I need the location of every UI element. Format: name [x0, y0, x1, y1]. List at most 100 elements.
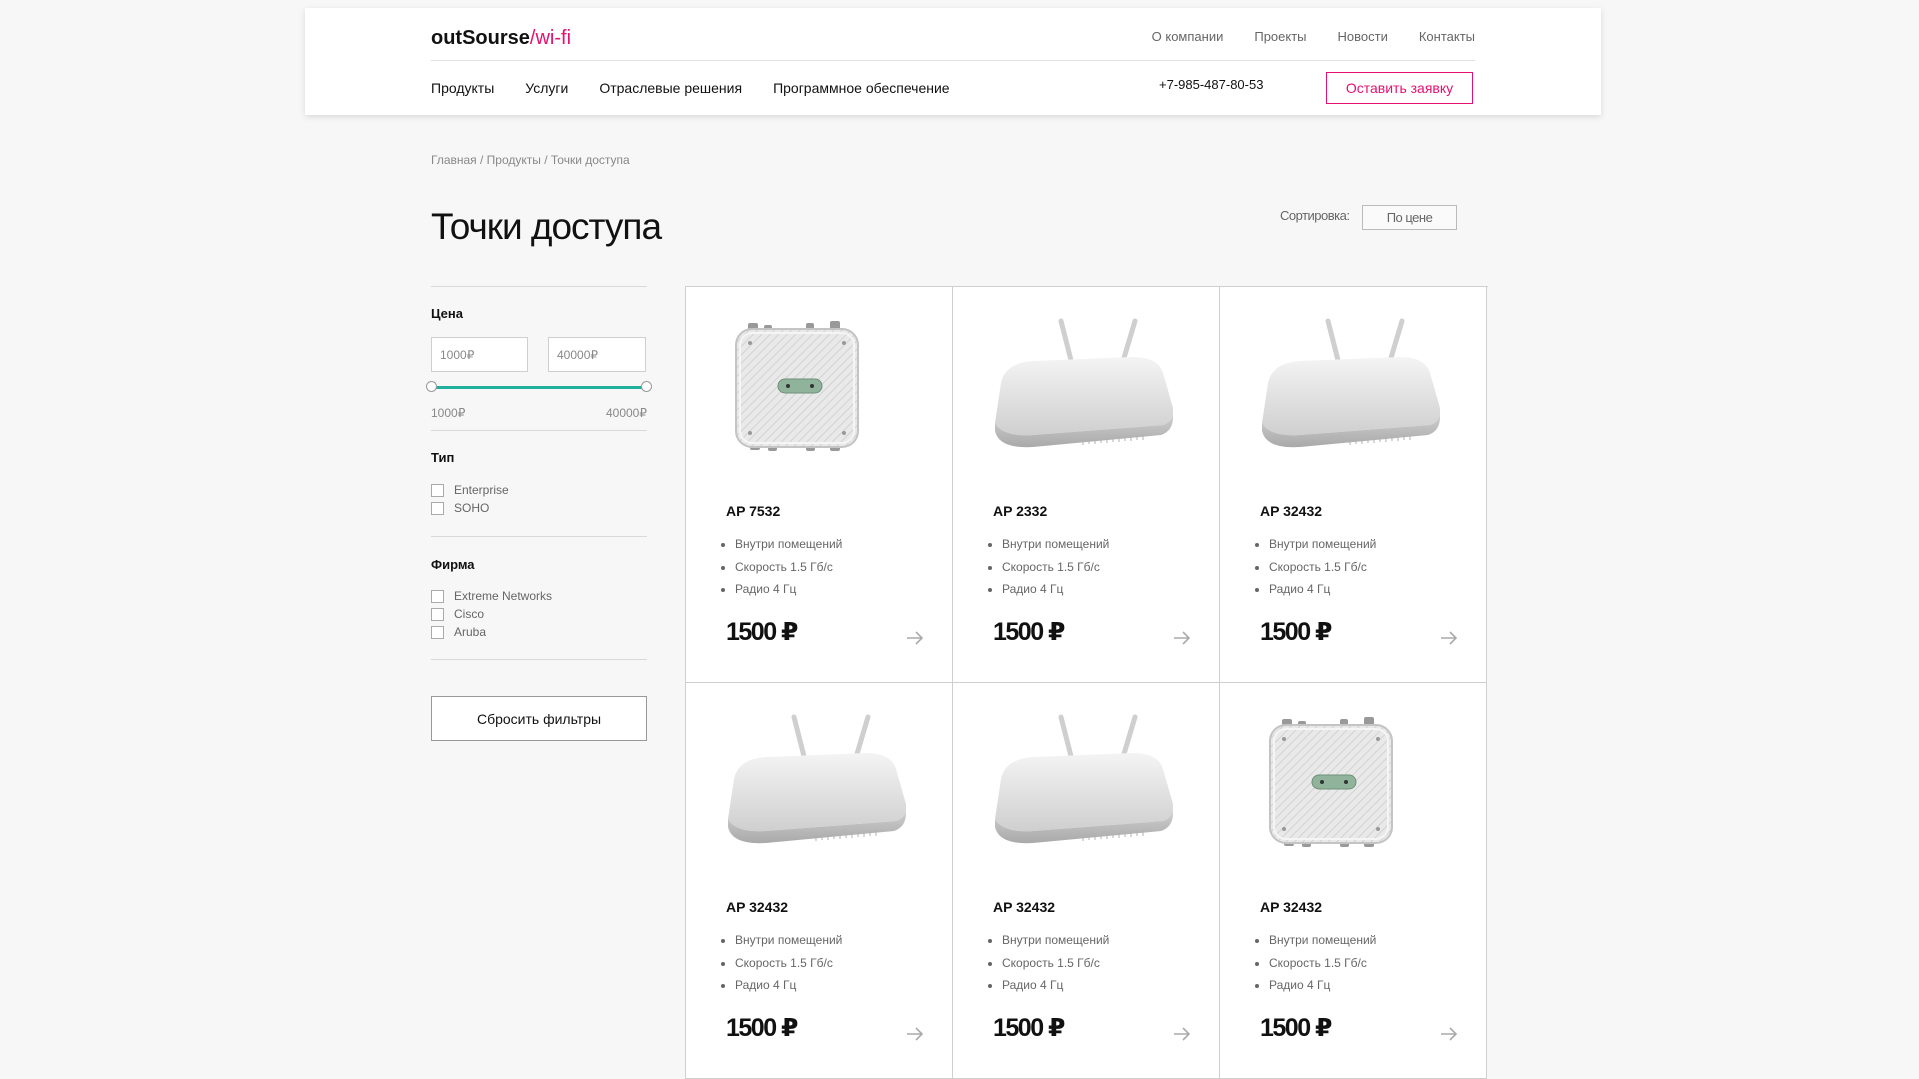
indoor-access-point-image — [706, 709, 906, 859]
product-card[interactable]: AP 32432 Внутри помещений Скорость 1.5 Г… — [686, 683, 953, 1079]
top-link-about[interactable]: О компании — [1152, 29, 1224, 44]
product-card[interactable]: AP 7532 Внутри помещений Скорость 1.5 Гб… — [686, 287, 953, 683]
top-link-news[interactable]: Новости — [1338, 29, 1388, 44]
outdoor-access-point-image — [735, 320, 859, 452]
type-label: SOHO — [454, 501, 490, 515]
product-name: AP 32432 — [726, 899, 789, 915]
feature: Скорость 1.5 Гб/с — [1002, 952, 1109, 975]
feature: Внутри помещений — [1002, 533, 1109, 556]
nav-software[interactable]: Программное обеспечение — [773, 80, 950, 96]
product-price: 1500 ₽ — [1260, 618, 1332, 646]
feature: Скорость 1.5 Гб/с — [1269, 556, 1376, 579]
feature: Внутри помещений — [735, 533, 842, 556]
product-features: Внутри помещений Скорость 1.5 Гб/с Радио… — [1002, 533, 1109, 601]
header-divider — [431, 60, 1475, 61]
checkbox[interactable] — [431, 625, 444, 639]
top-link-contacts[interactable]: Контакты — [1419, 29, 1475, 44]
checkbox[interactable] — [431, 589, 444, 603]
divider — [431, 430, 647, 431]
feature: Внутри помещений — [1269, 533, 1376, 556]
feature: Скорость 1.5 Гб/с — [1269, 952, 1376, 975]
feature: Внутри помещений — [1269, 929, 1376, 952]
filter-sidebar: Цена 1000₽ 40000₽ Тип Enterprise SOHO Фи… — [426, 286, 652, 746]
product-price: 1500 ₽ — [726, 618, 798, 646]
arrow-right-icon[interactable] — [1173, 1027, 1191, 1041]
logo-accent: /wi-fi — [529, 27, 572, 49]
product-features: Внутри помещений Скорость 1.5 Гб/с Радио… — [1002, 929, 1109, 997]
feature: Радио 4 Гц — [735, 578, 842, 601]
type-option-enterprise[interactable]: Enterprise — [431, 483, 509, 497]
indoor-access-point-image — [1240, 313, 1440, 463]
top-link-projects[interactable]: Проекты — [1254, 29, 1306, 44]
type-option-soho[interactable]: SOHO — [431, 501, 489, 515]
checkbox[interactable] — [431, 501, 444, 515]
feature: Радио 4 Гц — [1002, 974, 1109, 997]
product-name: AP 7532 — [726, 503, 781, 519]
feature: Внутри помещений — [735, 929, 842, 952]
sort-label: Сортировка: — [1280, 208, 1350, 223]
product-name: AP 32432 — [1260, 503, 1323, 519]
product-price: 1500 ₽ — [993, 618, 1065, 646]
product-features: Внутри помещений Скорость 1.5 Гб/с Радио… — [735, 929, 842, 997]
arrow-right-icon[interactable] — [906, 631, 924, 645]
brand-label: Cisco — [454, 607, 485, 621]
request-button[interactable]: Оставить заявку — [1326, 72, 1473, 104]
feature: Радио 4 Гц — [1002, 578, 1109, 601]
price-slider-max-handle[interactable] — [641, 381, 652, 392]
indoor-access-point-image — [973, 313, 1173, 463]
product-price: 1500 ₽ — [1260, 1014, 1332, 1042]
feature: Скорость 1.5 Гб/с — [735, 556, 842, 579]
arrow-right-icon[interactable] — [1173, 631, 1191, 645]
brand-option-cisco[interactable]: Cisco — [431, 607, 484, 621]
nav-products[interactable]: Продукты — [431, 80, 494, 96]
range-max-label: 40000₽ — [605, 406, 647, 420]
arrow-right-icon[interactable] — [1440, 631, 1458, 645]
feature: Радио 4 Гц — [735, 974, 842, 997]
product-price: 1500 ₽ — [993, 1014, 1065, 1042]
feature: Радио 4 Гц — [1269, 974, 1376, 997]
feature: Внутри помещений — [1002, 929, 1109, 952]
price-min-input[interactable] — [431, 337, 528, 372]
site-header: outSourse/wi-fi О компании Проекты Новос… — [305, 8, 1601, 115]
nav-industry-solutions[interactable]: Отраслевые решения — [599, 80, 742, 96]
main-nav: Продукты Услуги Отраслевые решения Прогр… — [431, 80, 950, 96]
product-name: AP 32432 — [1260, 899, 1323, 915]
page-title: Точки доступа — [431, 206, 662, 247]
brand-option-extreme-networks[interactable]: Extreme Networks — [431, 589, 552, 603]
product-price: 1500 ₽ — [726, 1014, 798, 1042]
checkbox[interactable] — [431, 483, 444, 497]
divider — [431, 536, 647, 537]
product-card[interactable]: AP 32432 Внутри помещений Скорость 1.5 Г… — [1220, 683, 1487, 1079]
logo[interactable]: outSourse/wi-fi — [431, 27, 571, 50]
product-card[interactable]: AP 32432 Внутри помещений Скорость 1.5 Г… — [953, 683, 1220, 1079]
product-name: AP 32432 — [993, 899, 1056, 915]
product-card[interactable]: AP 2332 Внутри помещений Скорость 1.5 Гб… — [953, 287, 1220, 683]
price-heading: Цена — [431, 306, 463, 321]
arrow-right-icon[interactable] — [906, 1027, 924, 1041]
phone-number[interactable]: +7-985-487-80-53 — [1159, 77, 1263, 92]
product-features: Внутри помещений Скорость 1.5 Гб/с Радио… — [735, 533, 842, 601]
price-slider-min-handle[interactable] — [426, 381, 437, 392]
outdoor-access-point-image — [1269, 716, 1393, 848]
feature: Скорость 1.5 Гб/с — [735, 952, 842, 975]
brand-option-aruba[interactable]: Aruba — [431, 625, 486, 639]
reset-filters-button[interactable]: Сбросить фильтры — [431, 696, 647, 741]
sort-select[interactable]: По цене — [1362, 205, 1457, 230]
brand-label: Aruba — [454, 625, 487, 639]
checkbox[interactable] — [431, 607, 444, 621]
product-card[interactable]: AP 32432 Внутри помещений Скорость 1.5 Г… — [1220, 287, 1487, 683]
divider — [431, 286, 647, 287]
divider — [431, 659, 647, 660]
breadcrumb[interactable]: Главная / Продукты / Точки доступа — [431, 153, 630, 167]
arrow-right-icon[interactable] — [1440, 1027, 1458, 1041]
logo-main: outSourse — [431, 27, 530, 49]
price-slider-track[interactable] — [431, 386, 647, 389]
nav-services[interactable]: Услуги — [525, 80, 568, 96]
range-min-label: 1000₽ — [431, 406, 466, 420]
price-max-input[interactable] — [548, 337, 646, 372]
product-name: AP 2332 — [993, 503, 1048, 519]
product-features: Внутри помещений Скорость 1.5 Гб/с Радио… — [1269, 929, 1376, 997]
brand-label: Extreme Networks — [454, 589, 553, 603]
product-features: Внутри помещений Скорость 1.5 Гб/с Радио… — [1269, 533, 1376, 601]
feature: Скорость 1.5 Гб/с — [1002, 556, 1109, 579]
